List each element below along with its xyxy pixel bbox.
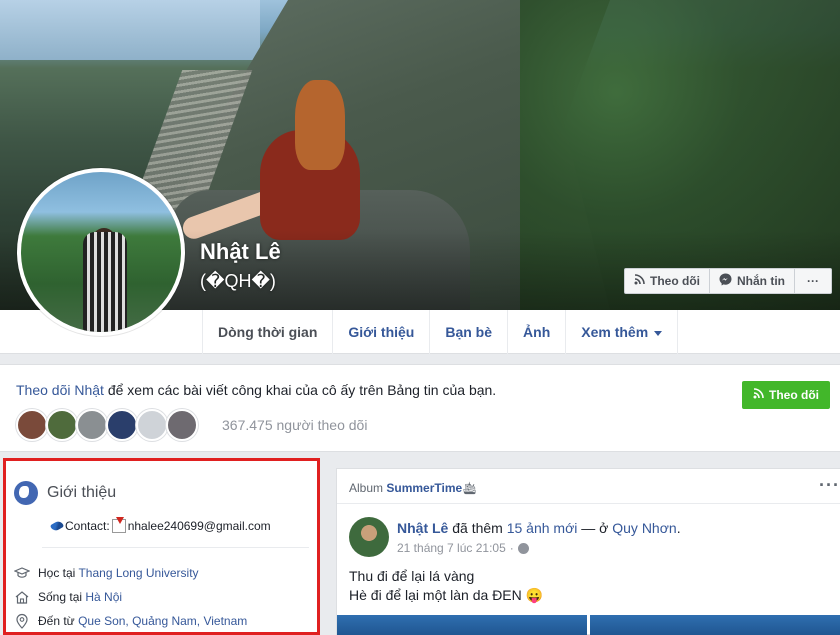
follow-prompt-text: Theo dõi Nhật để xem các bài viết công k… [16,382,497,398]
school-link[interactable]: Thang Long University [78,566,198,580]
follower-avatar[interactable] [136,409,168,441]
post-photos [337,615,840,635]
profile-alternate-name: (�QH�) [200,271,276,291]
messenger-icon [719,273,732,289]
post-divider [337,503,840,504]
follower-avatar[interactable] [76,409,108,441]
cover-actions: Theo dõi Nhắn tin ··· [624,268,832,294]
rss-icon [634,274,645,288]
timeline-post: Album SummerTime🛳 ··· Nhật Lê đã thêm 15… [336,468,840,635]
follow-cover-label: Theo dõi [650,274,700,288]
intro-divider [42,547,309,548]
tab-about[interactable]: Giới thiệu [332,310,429,354]
info-hometown: Đến từ Que Son, Quảng Nam, Vietnam [14,613,247,629]
tab-more[interactable]: Xem thêm [565,310,679,354]
follow-prompt: Theo dõi Nhật để xem các bài viết công k… [0,364,840,452]
post-photo[interactable] [337,615,587,635]
globe-icon [517,542,529,554]
more-options-button[interactable]: ··· [795,268,832,294]
graduation-cap-icon [13,565,31,581]
hometown-link[interactable]: Que Son, Quảng Nam, Vietnam [78,614,247,628]
contact-email: nhalee240699@gmail.com [127,519,271,533]
post-line-2: Hè đi để lại một làn da ĐEN 😛 [349,587,544,603]
cover-sky [0,0,260,60]
follower-avatars [16,409,198,441]
cover-subject [179,80,380,250]
chevron-down-icon [654,330,663,336]
location-pin-icon [14,613,30,629]
ship-icon: 🛳 [462,481,478,495]
more-icon: ··· [807,274,819,288]
post-body: Thu đi để lại lá vàng Hè đi để lại một l… [349,567,543,605]
profile-name[interactable]: Nhật Lê [200,239,281,265]
message-button[interactable]: Nhắn tin [710,268,795,294]
post-author-link[interactable]: Nhật Lê [397,520,448,536]
tab-friends[interactable]: Bạn bè [429,310,507,354]
follow-button[interactable]: Theo dõi [742,381,830,409]
info-lives: Sống tại Hà Nội [14,589,122,605]
profile-picture[interactable] [17,168,185,336]
globe-icon [14,481,38,505]
post-options-button[interactable]: ··· [819,475,840,496]
follower-count[interactable]: 367.475 người theo dõi [222,417,367,433]
intro-card: Giới thiệu Contact: nhalee240699@gmail.c… [3,458,320,635]
follower-avatar[interactable] [166,409,198,441]
follower-avatar[interactable] [16,409,48,441]
follower-avatar[interactable] [46,409,78,441]
post-meta: 21 tháng 7 lúc 21:05 · [397,541,529,555]
post-photo[interactable] [590,615,840,635]
follow-cover-button[interactable]: Theo dõi [624,268,710,294]
mailbox-icon [111,517,126,533]
post-timestamp[interactable]: 21 tháng 7 lúc 21:05 [397,541,506,555]
album-link[interactable]: SummerTime [386,481,462,495]
intro-title: Giới thiệu [47,484,117,501]
follow-prompt-link[interactable]: Theo dõi Nhật [16,382,104,398]
post-line-1: Thu đi để lại lá vàng [349,568,475,584]
album-header: Album SummerTime🛳 [349,481,478,495]
photos-link[interactable]: 15 ảnh mới [507,520,578,536]
phone-icon [49,519,65,533]
tab-timeline[interactable]: Dòng thời gian [202,310,332,354]
follower-avatar[interactable] [106,409,138,441]
home-icon [14,589,30,605]
message-label: Nhắn tin [737,274,785,288]
post-header-text: Nhật Lê đã thêm 15 ảnh mới — ở Quy Nhơn. [397,520,681,536]
info-education: Học tại Thang Long University [13,565,199,581]
contact-line: Contact: nhalee240699@gmail.com [49,517,271,533]
avatar[interactable] [349,517,389,557]
current-city-link[interactable]: Hà Nội [85,590,122,604]
rss-icon [753,388,764,402]
tab-photos[interactable]: Ảnh [507,310,565,354]
location-link[interactable]: Quy Nhơn [612,520,676,536]
